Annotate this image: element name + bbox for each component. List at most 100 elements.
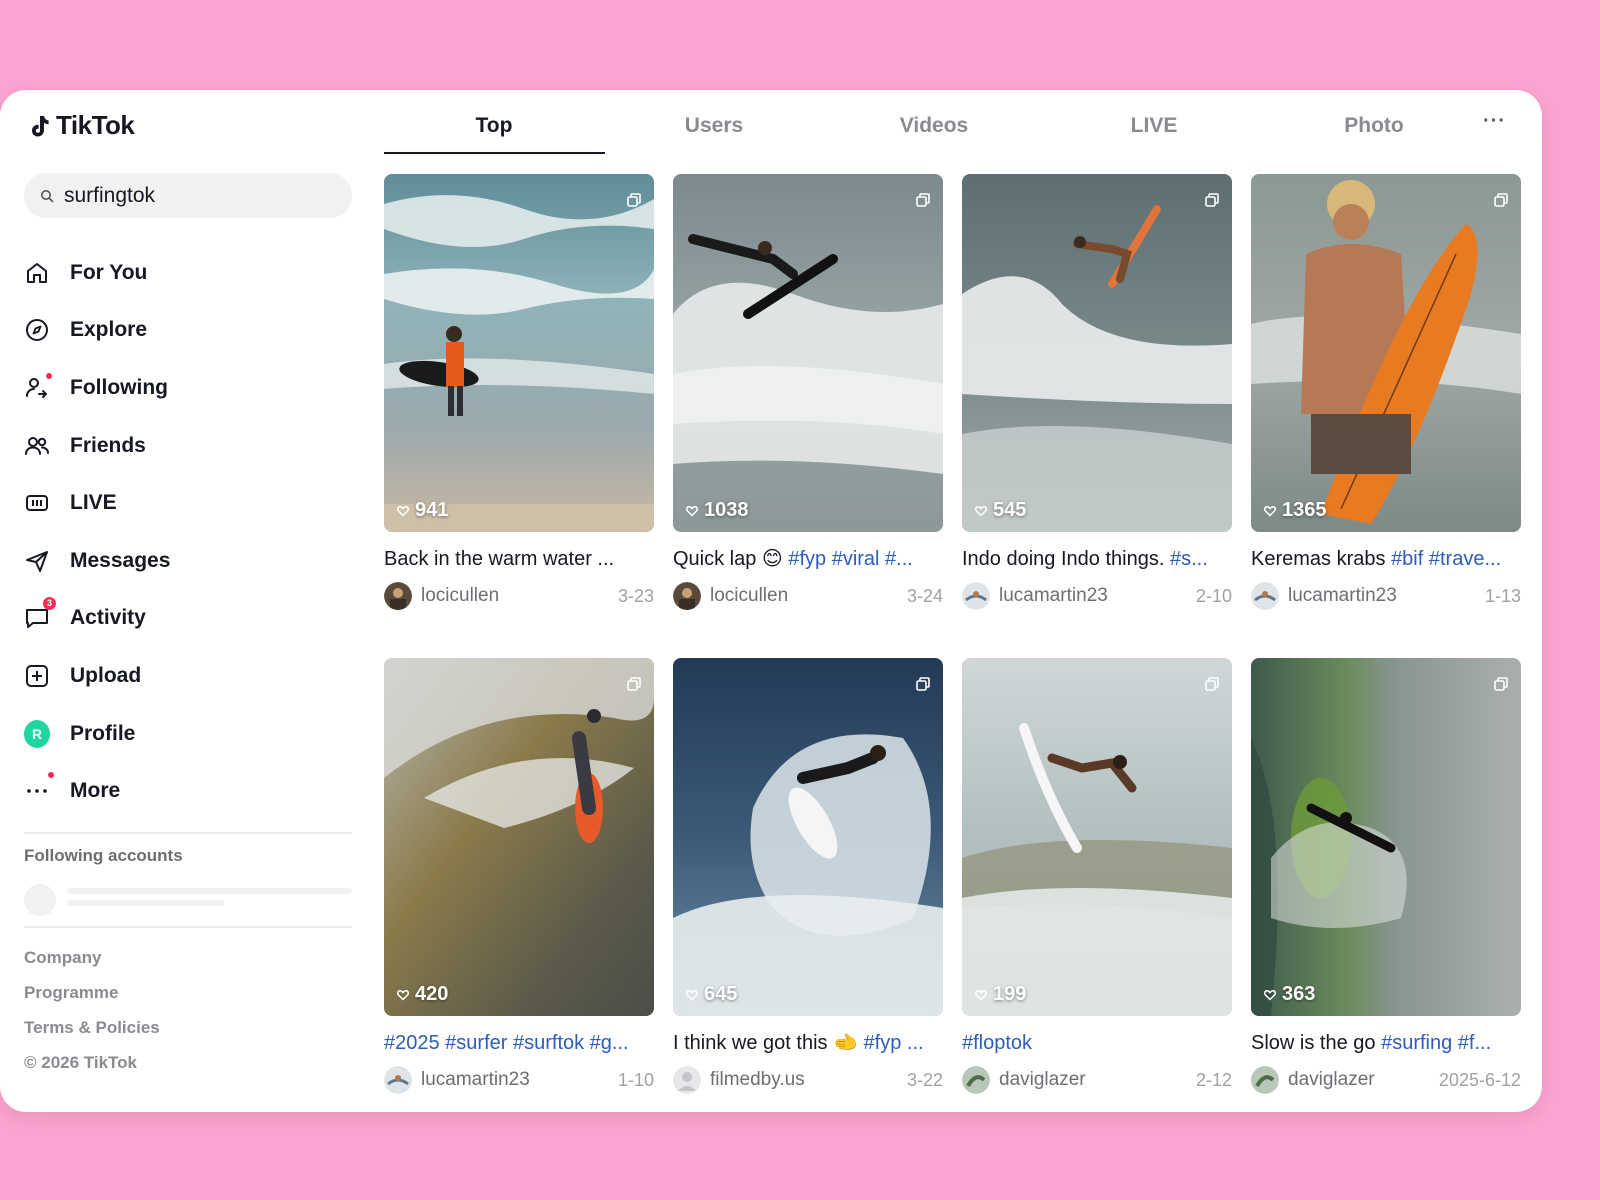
sidebar-nav: For You Explore Following Friends LIVE M…: [24, 244, 354, 820]
divider: [24, 832, 352, 834]
username[interactable]: daviglazer: [999, 1069, 1196, 1091]
video-card[interactable]: 420 #2025 #surfer #surftok #g... lucamar…: [384, 658, 654, 1094]
video-card[interactable]: 363 Slow is the go #surfing #f... davigl…: [1251, 658, 1521, 1094]
username[interactable]: locicullen: [421, 585, 618, 607]
user-avatar[interactable]: [1251, 1066, 1279, 1094]
user-avatar[interactable]: [673, 1066, 701, 1094]
username[interactable]: lucamartin23: [1288, 585, 1485, 607]
video-caption[interactable]: Back in the warm water ...: [384, 546, 654, 572]
nav-label: Friends: [70, 433, 146, 457]
live-icon: [24, 490, 50, 516]
caption-hashtags[interactable]: #s...: [1170, 548, 1208, 570]
surfer-holding-board-thumbnail: [1251, 174, 1521, 532]
video-thumbnail[interactable]: 545: [962, 174, 1232, 532]
tiktok-logo[interactable]: TikTok: [28, 110, 135, 141]
tab-live[interactable]: LIVE: [1044, 114, 1264, 138]
post-date: 2025-6-12: [1438, 1069, 1521, 1090]
caption-text: Quick lap 😊: [673, 548, 789, 570]
nav-item-for-you[interactable]: For You: [24, 244, 354, 302]
tab-videos[interactable]: Videos: [824, 114, 1044, 138]
multi-image-icon: [1494, 677, 1508, 691]
video-caption[interactable]: Quick lap 😊 #fyp #viral #...: [673, 546, 943, 572]
compass-icon: [24, 317, 50, 343]
nav-item-friends[interactable]: Friends: [24, 417, 354, 475]
user-avatar[interactable]: [673, 582, 701, 610]
footer-link-terms[interactable]: Terms & Policies: [24, 1010, 160, 1045]
video-card[interactable]: 941 Back in the warm water ... lociculle…: [384, 174, 654, 610]
post-date: 3-24: [906, 585, 943, 606]
video-card[interactable]: 199 #floptok daviglazer 2-12: [962, 658, 1232, 1094]
video-caption[interactable]: Indo doing Indo things. #s...: [962, 546, 1232, 572]
footer-link-company[interactable]: Company: [24, 940, 160, 975]
sidebar-footer: Company Programme Terms & Policies © 202…: [24, 940, 160, 1080]
video-thumbnail[interactable]: 941: [384, 174, 654, 532]
nav-item-upload[interactable]: Upload: [24, 647, 354, 705]
user-avatar[interactable]: [962, 582, 990, 610]
following-icon: [24, 372, 52, 401]
user-avatar[interactable]: [962, 1066, 990, 1094]
footer-link-programme[interactable]: Programme: [24, 975, 160, 1010]
username[interactable]: lucamartin23: [421, 1069, 618, 1091]
caption-hashtags[interactable]: #fyp ...: [864, 1032, 924, 1054]
nav-item-live[interactable]: LIVE: [24, 474, 354, 532]
tab-users[interactable]: Users: [604, 114, 824, 138]
video-thumbnail[interactable]: 645: [673, 658, 943, 1016]
caption-text: I think we got this 🫲: [673, 1032, 864, 1054]
caption-text: Keremas krabs: [1251, 548, 1392, 570]
copyright: © 2026 TikTok: [24, 1053, 138, 1072]
search-input[interactable]: [64, 183, 324, 208]
username[interactable]: locicullen: [710, 585, 907, 607]
username[interactable]: lucamartin23: [999, 585, 1196, 607]
video-caption[interactable]: #2025 #surfer #surftok #g...: [384, 1030, 654, 1056]
caption-hashtags[interactable]: #2025 #surfer #surftok #g...: [384, 1032, 629, 1054]
nav-item-profile[interactable]: R Profile: [24, 705, 354, 763]
like-count-value: 1038: [704, 499, 749, 521]
nav-item-explore[interactable]: Explore: [24, 302, 354, 360]
video-card[interactable]: 545 Indo doing Indo things. #s... lucama…: [962, 174, 1232, 610]
caption-hashtags[interactable]: #fyp #viral #...: [788, 548, 913, 570]
video-card[interactable]: 645 I think we got this 🫲 #fyp ... filme…: [673, 658, 943, 1094]
send-icon: [24, 548, 50, 574]
user-avatar[interactable]: [384, 582, 412, 610]
caption-hashtags[interactable]: #bif #trave...: [1391, 548, 1501, 570]
like-count-value: 363: [1282, 983, 1316, 1005]
avatar: R: [24, 719, 50, 748]
user-avatar[interactable]: [384, 1066, 412, 1094]
nav-item-activity[interactable]: 3 Activity: [24, 590, 354, 648]
like-count: 941: [397, 499, 448, 522]
video-caption[interactable]: Slow is the go #surfing #f...: [1251, 1030, 1521, 1056]
nav-item-messages[interactable]: Messages: [24, 532, 354, 590]
video-thumbnail[interactable]: 199: [962, 658, 1232, 1016]
like-count-value: 645: [704, 983, 738, 1005]
nav-item-following[interactable]: Following: [24, 359, 354, 417]
tabs-more-button[interactable]: ···: [1483, 110, 1506, 133]
post-date: 3-22: [906, 1069, 943, 1090]
tab-top[interactable]: Top: [384, 114, 604, 138]
video-card[interactable]: 1365 Keremas krabs #bif #trave... lucama…: [1251, 174, 1521, 610]
multi-image-icon: [1494, 193, 1508, 207]
user-avatar[interactable]: [1251, 582, 1279, 610]
search-bar[interactable]: [24, 173, 352, 218]
video-thumbnail[interactable]: 1038: [673, 174, 943, 532]
username[interactable]: filmedby.us: [710, 1069, 907, 1091]
video-meta: lucamartin23 2-10: [962, 582, 1232, 610]
video-caption[interactable]: #floptok: [962, 1030, 1232, 1056]
post-date: 3-23: [617, 585, 654, 606]
multi-image-icon: [627, 677, 641, 691]
caption-hashtags[interactable]: #floptok: [962, 1032, 1032, 1054]
video-thumbnail[interactable]: 1365: [1251, 174, 1521, 532]
search-tabs: Top Users Videos LIVE Photo ···: [384, 90, 1520, 154]
video-thumbnail[interactable]: 363: [1251, 658, 1521, 1016]
video-caption[interactable]: Keremas krabs #bif #trave...: [1251, 546, 1521, 572]
like-count-value: 1365: [1282, 499, 1327, 521]
friends-icon: [24, 433, 50, 459]
caption-hashtags[interactable]: #surfing #f...: [1381, 1032, 1491, 1054]
heart-outline-icon: [1264, 989, 1276, 1001]
video-thumbnail[interactable]: 420: [384, 658, 654, 1016]
surfer-floater-thumbnail: [962, 658, 1232, 1016]
video-caption[interactable]: I think we got this 🫲 #fyp ...: [673, 1030, 943, 1056]
username[interactable]: daviglazer: [1288, 1069, 1439, 1091]
tab-photo[interactable]: Photo: [1264, 114, 1484, 138]
nav-item-more[interactable]: More: [24, 762, 354, 820]
video-card[interactable]: 1038 Quick lap 😊 #fyp #viral #... locicu…: [673, 174, 943, 610]
